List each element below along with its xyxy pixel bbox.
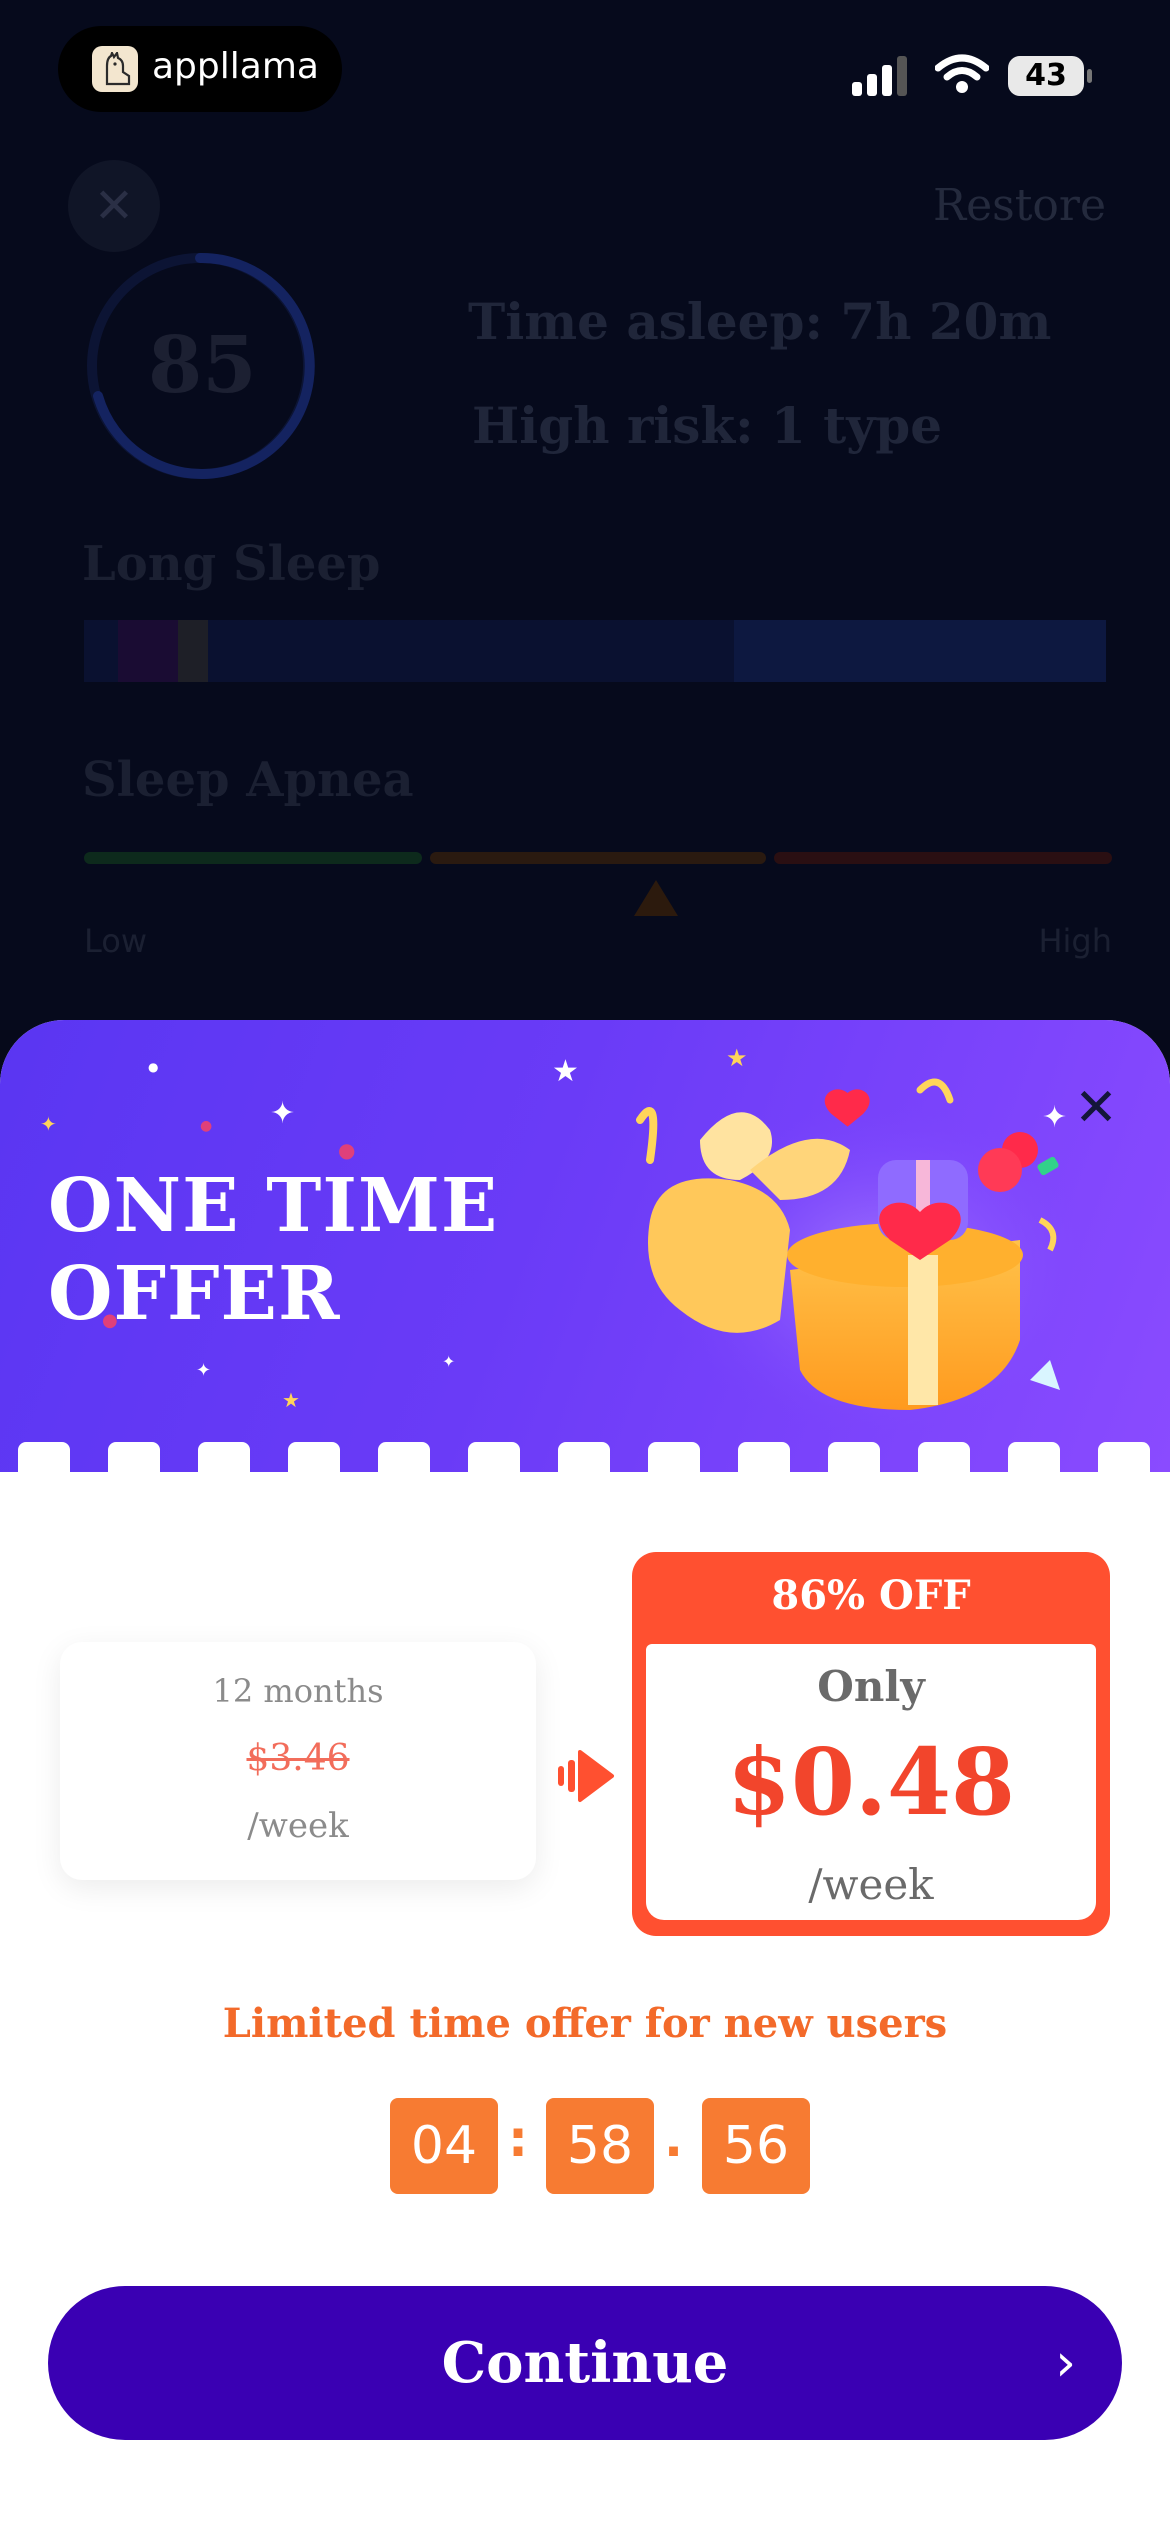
offer-plan-body: Only $0.48 /week: [646, 1644, 1096, 1920]
apnea-scale-low: [84, 852, 422, 864]
sparkle-icon: ●: [200, 1118, 213, 1134]
old-price-period: /week: [247, 1806, 349, 1846]
wifi-icon: [935, 54, 989, 93]
scale-high-label: High: [1038, 922, 1112, 960]
section-title-long-sleep: Long Sleep: [82, 536, 381, 592]
gift-box-icon: [636, 1078, 1080, 1440]
sparkle-icon: ●: [338, 1138, 356, 1162]
scale-low-label: Low: [84, 922, 148, 960]
offer-hero-banner: ● ✦ ★ ✦ ✦ ★ ✦ ★ ✦ ● ● ● ONE TIME OFFER ✕: [0, 1020, 1170, 1472]
chevron-right-icon: ›: [1055, 2333, 1076, 2393]
offer-title: ONE TIME OFFER: [48, 1163, 499, 1337]
arrow-right-icon: [558, 1750, 614, 1802]
background-screen: appllama 43 ✕ Restore 85 Time asleep: 7h…: [0, 0, 1170, 1030]
plan-duration: 12 months: [212, 1672, 384, 1710]
only-label: Only: [817, 1662, 925, 1711]
apnea-scale-high: [774, 852, 1112, 864]
sparkle-icon: ✦: [270, 1096, 296, 1131]
offer-price-period: /week: [808, 1860, 934, 1909]
close-icon[interactable]: ✕: [1070, 1082, 1122, 1134]
high-risk-text: High risk: 1 type: [472, 396, 943, 455]
apnea-marker: [634, 880, 678, 916]
sparkle-icon: ✦: [40, 1112, 57, 1136]
discount-badge: 86% OFF: [771, 1572, 971, 1619]
offer-price: $0.48: [726, 1728, 1016, 1836]
section-title-sleep-apnea: Sleep Apnea: [82, 752, 414, 808]
sparkle-icon: ✦: [196, 1360, 212, 1381]
timer-minutes: 58: [546, 2098, 654, 2194]
restore-button: Restore: [933, 180, 1106, 231]
continue-label: Continue: [441, 2330, 729, 2396]
apnea-scale-mid: [430, 852, 766, 864]
ticket-edge: [0, 1442, 1170, 1476]
time-asleep-text: Time asleep: 7h 20m: [468, 292, 1052, 351]
offer-plan-card[interactable]: 86% OFF Only $0.48 /week: [632, 1552, 1110, 1936]
cellular-signal-icon: [852, 56, 907, 96]
old-plan-card: 12 months $3.46 /week: [60, 1642, 536, 1880]
offer-sheet: ● ✦ ★ ✦ ✦ ★ ✦ ★ ✦ ● ● ● ONE TIME OFFER ✕…: [0, 1020, 1170, 2532]
continue-button[interactable]: Continue ›: [48, 2286, 1122, 2440]
sleep-score: 85: [148, 320, 257, 411]
timer-separator: :: [508, 2110, 528, 2168]
sparkle-icon: ●: [148, 1060, 159, 1074]
long-sleep-bar: [84, 620, 1106, 682]
battery-indicator: 43: [1008, 56, 1092, 96]
brand-name: appllama: [152, 46, 319, 87]
sparkle-icon: ★: [552, 1054, 579, 1089]
timer-seconds: 56: [702, 2098, 810, 2194]
sparkle-icon: ✦: [442, 1352, 456, 1371]
limited-time-text: Limited time offer for new users: [222, 2000, 948, 2047]
sparkle-icon: ★: [282, 1388, 300, 1412]
timer-hours: 04: [390, 2098, 498, 2194]
screen-recorder-pill: appllama: [58, 26, 342, 112]
close-icon: ✕: [68, 160, 160, 252]
timer-separator: .: [664, 2110, 683, 2168]
llama-logo-icon: [92, 46, 138, 92]
old-price: $3.46: [246, 1738, 350, 1779]
